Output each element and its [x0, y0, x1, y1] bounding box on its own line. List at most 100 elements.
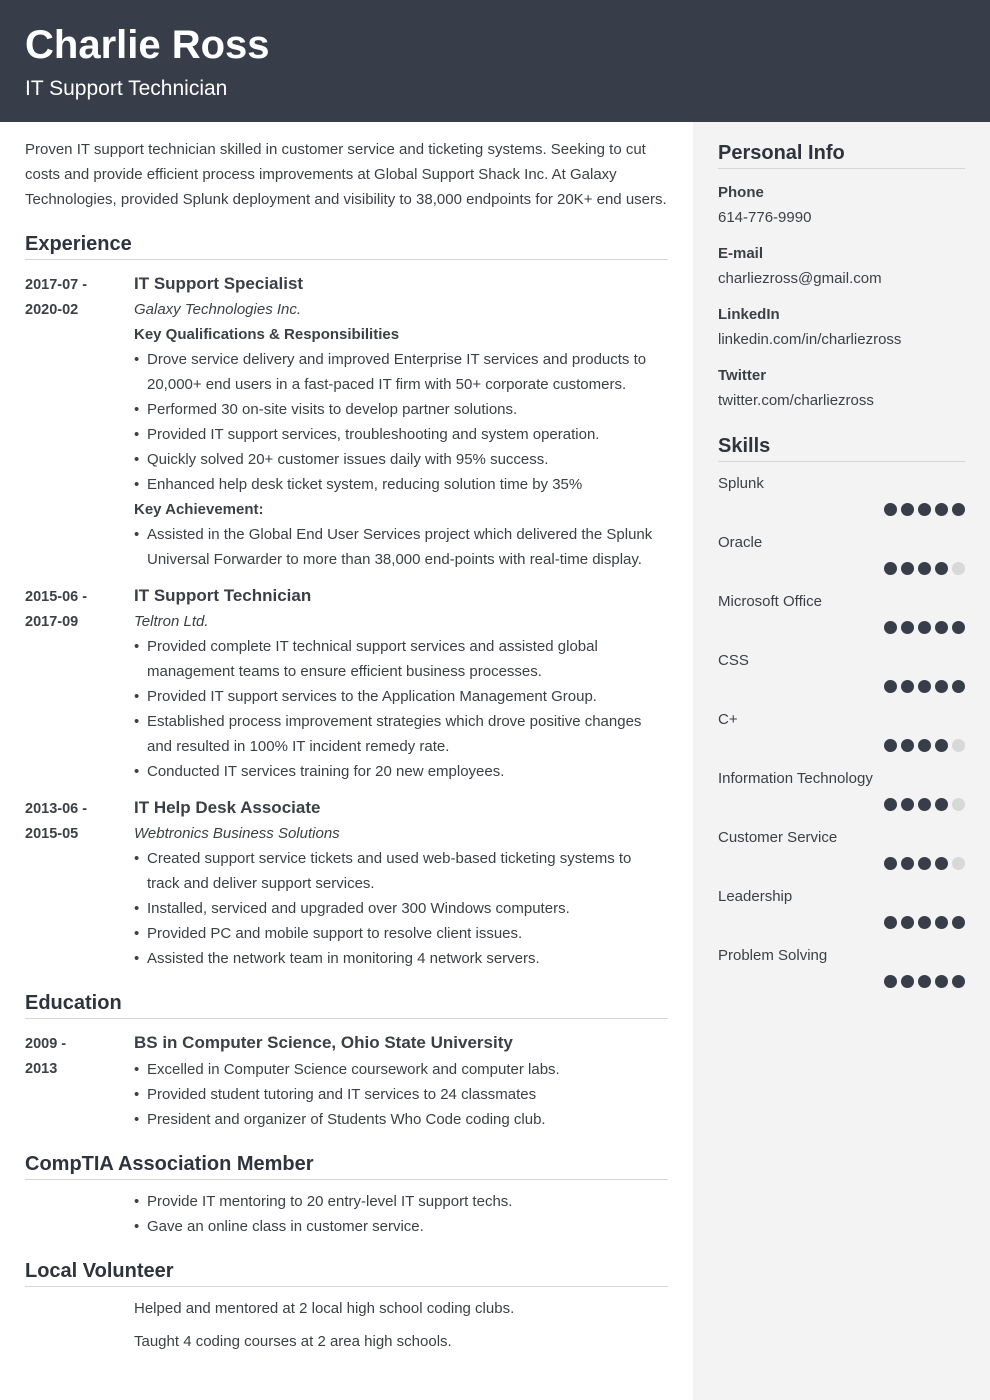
- rating-dot-filled: [884, 562, 897, 575]
- experience-entry: 2013-06 - 2015-05 IT Help Desk Associate…: [25, 796, 668, 971]
- rating-dot-filled: [918, 975, 931, 988]
- linkedin-value[interactable]: linkedin.com/in/charliezross: [718, 327, 965, 352]
- main-content: Proven IT support technician skilled in …: [25, 122, 668, 1362]
- rating-dot-filled: [952, 916, 965, 929]
- info-item-linkedin: LinkedIn linkedin.com/in/charliezross: [718, 302, 965, 352]
- skill-rating: [718, 851, 965, 876]
- experience-title: Experience: [25, 231, 668, 260]
- skill-name: Problem Solving: [718, 947, 828, 964]
- education-title: Education: [25, 990, 668, 1019]
- rating-dot-filled: [935, 975, 948, 988]
- list-item: Provide IT mentoring to 20 entry-level I…: [134, 1189, 668, 1214]
- resume-header: Charlie Ross IT Support Technician: [0, 0, 990, 122]
- rating-dot-empty: [952, 798, 965, 811]
- rating-dot-filled: [918, 916, 931, 929]
- experience-entry: 2017-07 - 2020-02 IT Support Specialist …: [25, 272, 668, 572]
- list-item: Provided PC and mobile support to resolv…: [134, 921, 668, 946]
- rating-dot-filled: [952, 503, 965, 516]
- info-label: Twitter: [718, 367, 767, 384]
- info-item-phone: Phone 614-776-9990: [718, 180, 965, 230]
- volunteer-line: Taught 4 coding courses at 2 area high s…: [134, 1333, 452, 1350]
- list-item: Provided student tutoring and IT service…: [134, 1082, 668, 1107]
- skill-item: Splunk: [718, 471, 965, 522]
- rating-dot-filled: [935, 562, 948, 575]
- volunteer-title: Local Volunteer: [25, 1258, 668, 1287]
- info-label: LinkedIn: [718, 306, 780, 323]
- entry-dates: 2009 - 2013: [25, 1031, 134, 1132]
- list-item: Provided complete IT technical support s…: [134, 634, 668, 684]
- rating-dot-filled: [884, 916, 897, 929]
- responsibilities-list: Drove service delivery and improved Ente…: [134, 347, 668, 497]
- info-item-email: E-mail charliezross@gmail.com: [718, 241, 965, 291]
- info-item-twitter: Twitter twitter.com/charliezross: [718, 363, 965, 413]
- rating-dot-filled: [884, 975, 897, 988]
- rating-dot-filled: [884, 680, 897, 693]
- entry-dates: 2017-07 - 2020-02: [25, 272, 134, 572]
- job-title: IT Support Technician: [134, 586, 312, 605]
- list-item: President and organizer of Students Who …: [134, 1107, 668, 1132]
- date-end: 2015-05: [25, 826, 79, 842]
- skill-rating: [718, 733, 965, 758]
- date-end: 2017-09: [25, 614, 79, 630]
- skill-item: Leadership: [718, 884, 965, 935]
- summary: Proven IT support technician skilled in …: [25, 141, 667, 208]
- comptia-list: Provide IT mentoring to 20 entry-level I…: [134, 1189, 668, 1239]
- education-section: Education 2009 - 2013 BS in Computer Sci…: [25, 990, 668, 1132]
- rating-dot-filled: [901, 621, 914, 634]
- list-item: Installed, serviced and upgraded over 30…: [134, 896, 668, 921]
- date-start: 2009 -: [25, 1036, 67, 1052]
- rating-dot-filled: [935, 621, 948, 634]
- list-item: Established process improvement strategi…: [134, 709, 668, 759]
- rating-dot-filled: [884, 798, 897, 811]
- rating-dot-filled: [918, 503, 931, 516]
- list-item: Assisted in the Global End User Services…: [134, 522, 668, 572]
- rating-dot-filled: [901, 680, 914, 693]
- responsibilities-list: Created support service tickets and used…: [134, 846, 668, 971]
- list-item: Performed 30 on-site visits to develop p…: [134, 397, 668, 422]
- comptia-title: CompTIA Association Member: [25, 1151, 668, 1180]
- company-name: Webtronics Business Solutions: [134, 825, 340, 842]
- experience-section: Experience 2017-07 - 2020-02 IT Support …: [25, 231, 668, 971]
- responsibilities-list: Provided complete IT technical support s…: [134, 634, 668, 784]
- job-title: IT Help Desk Associate: [134, 798, 321, 817]
- rating-dot-filled: [918, 562, 931, 575]
- candidate-name: Charlie Ross: [25, 23, 270, 67]
- skill-name: Splunk: [718, 475, 764, 492]
- entry-dates: 2015-06 - 2017-09: [25, 584, 134, 784]
- skill-item: Oracle: [718, 530, 965, 581]
- info-label: E-mail: [718, 245, 764, 262]
- list-item: Conducted IT services training for 20 ne…: [134, 759, 668, 784]
- skills-title: Skills: [718, 433, 965, 462]
- twitter-value[interactable]: twitter.com/charliezross: [718, 388, 965, 413]
- email-value[interactable]: charliezross@gmail.com: [718, 266, 965, 291]
- list-item: Created support service tickets and used…: [134, 846, 668, 896]
- skill-rating: [718, 497, 965, 522]
- skill-name: Microsoft Office: [718, 593, 822, 610]
- skill-rating: [718, 969, 965, 994]
- personal-info-section: Personal Info Phone 614-776-9990 E-mail …: [718, 140, 965, 413]
- rating-dot-filled: [884, 503, 897, 516]
- comptia-section: CompTIA Association Member Provide IT me…: [25, 1151, 668, 1239]
- education-entry: 2009 - 2013 BS in Computer Science, Ohio…: [25, 1031, 668, 1132]
- date-end: 2020-02: [25, 302, 79, 318]
- skill-name: Information Technology: [718, 770, 873, 787]
- skill-item: CSS: [718, 648, 965, 699]
- job-title: IT Support Specialist: [134, 274, 304, 293]
- list-item: Quickly solved 20+ customer issues daily…: [134, 447, 668, 472]
- rating-dot-filled: [901, 916, 914, 929]
- achievements-list: Assisted in the Global End User Services…: [134, 522, 668, 572]
- sidebar: Personal Info Phone 614-776-9990 E-mail …: [693, 122, 990, 1400]
- rating-dot-filled: [884, 621, 897, 634]
- rating-dot-filled: [918, 857, 931, 870]
- skills-section: Skills Splunk Oracle Microsoft Office CSS C+…: [718, 433, 965, 994]
- date-start: 2013-06 -: [25, 801, 88, 817]
- rating-dot-filled: [884, 739, 897, 752]
- rating-dot-filled: [935, 503, 948, 516]
- phone-value[interactable]: 614-776-9990: [718, 205, 965, 230]
- qualifications-heading: Key Qualifications & Responsibilities: [134, 326, 400, 343]
- rating-dot-filled: [901, 503, 914, 516]
- list-item: Provided IT support services, troublesho…: [134, 422, 668, 447]
- rating-dot-filled: [935, 680, 948, 693]
- skill-rating: [718, 792, 965, 817]
- rating-dot-filled: [918, 798, 931, 811]
